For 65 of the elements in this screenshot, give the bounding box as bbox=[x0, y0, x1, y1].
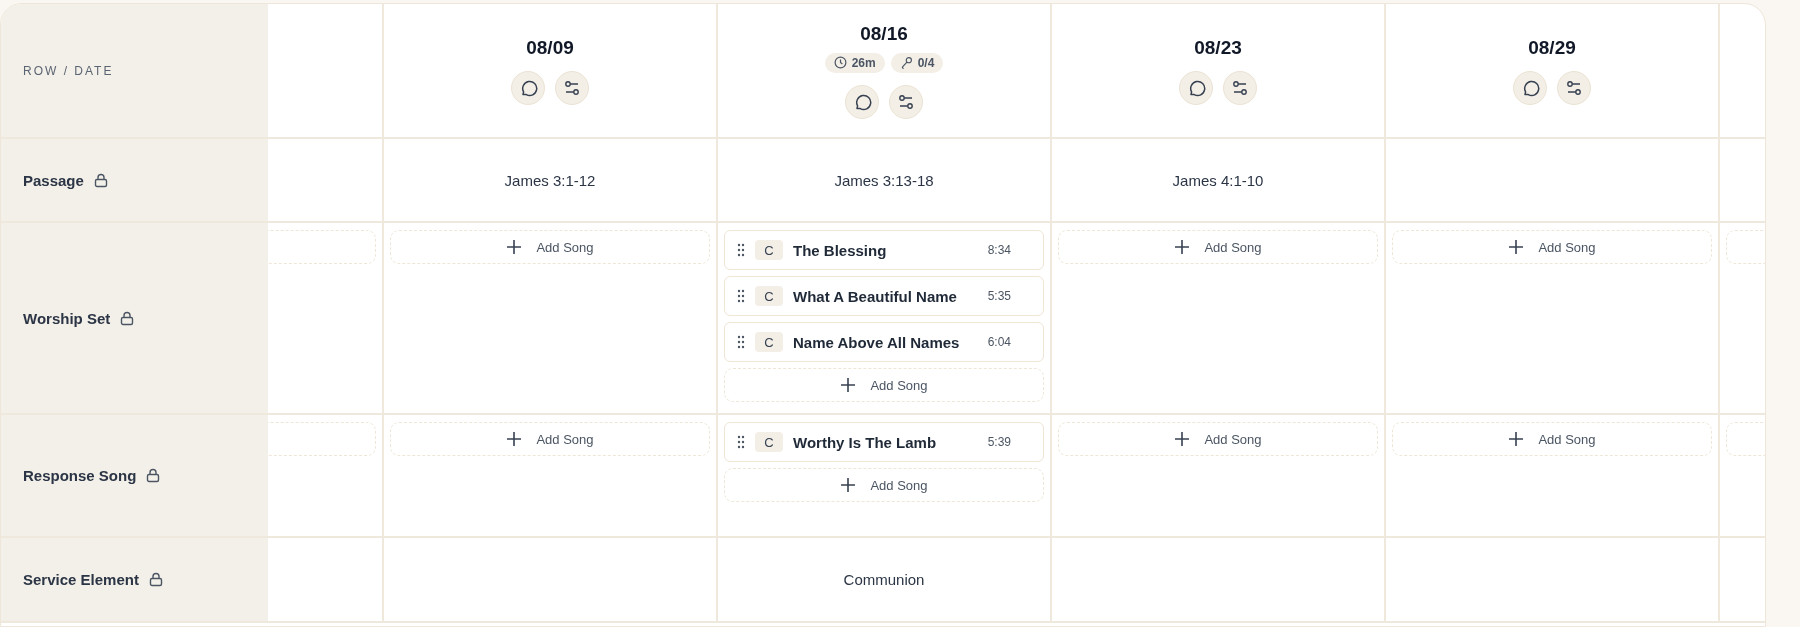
sliders-icon bbox=[563, 78, 581, 97]
key-badge: C bbox=[755, 432, 783, 452]
plus-icon bbox=[506, 431, 523, 447]
add-song-button[interactable]: Add Song bbox=[390, 422, 710, 456]
stat-value: 26m bbox=[851, 55, 876, 70]
plus-icon bbox=[840, 477, 857, 493]
passage-text: Communion bbox=[843, 571, 925, 588]
key-badge: C bbox=[755, 240, 783, 260]
passage-text: James 4:1-10 bbox=[1172, 171, 1264, 189]
plus-icon bbox=[1174, 239, 1191, 255]
date-heading: 08/09 bbox=[526, 36, 574, 59]
add-song-button[interactable]: Add Song bbox=[390, 230, 710, 264]
row-label: Worship Set bbox=[23, 309, 111, 327]
song-duration: 5:39 bbox=[987, 435, 1011, 449]
column-header-label: ROW / DATE bbox=[23, 63, 114, 78]
clock-icon bbox=[833, 56, 847, 69]
add-song-button[interactable]: Add Song bbox=[1392, 422, 1712, 456]
date-heading: 08/16 bbox=[860, 22, 908, 45]
add-song-button[interactable]: Add Song bbox=[724, 468, 1044, 502]
song-duration: 5:35 bbox=[987, 289, 1011, 303]
settings-button[interactable] bbox=[889, 84, 923, 119]
plus-icon bbox=[506, 239, 523, 255]
settings-button[interactable] bbox=[1223, 70, 1257, 105]
song-duration: 8:34 bbox=[987, 243, 1011, 257]
settings-button[interactable] bbox=[555, 70, 589, 105]
song-title: The Blessing bbox=[793, 241, 888, 259]
song-card[interactable]: C What A Beautiful Name 5:35 bbox=[724, 276, 1044, 316]
passage-text: James 3:1-12 bbox=[504, 171, 596, 189]
song-card[interactable]: C Name Above All Names 6:04 bbox=[724, 322, 1044, 362]
comment-button[interactable] bbox=[1513, 70, 1547, 105]
song-duration: 6:04 bbox=[987, 335, 1011, 349]
drag-handle-icon bbox=[737, 243, 745, 257]
sliders-icon bbox=[1565, 78, 1583, 97]
plus-icon bbox=[840, 377, 857, 393]
plus-icon bbox=[1508, 431, 1525, 447]
drag-handle-icon bbox=[737, 335, 745, 349]
key-badge: C bbox=[755, 332, 783, 352]
plus-icon bbox=[1508, 239, 1525, 255]
add-song-button[interactable]: Add Song bbox=[1058, 230, 1378, 264]
comment-button[interactable] bbox=[1179, 70, 1213, 105]
row-label: Service Element bbox=[23, 571, 139, 588]
stat-value: 0/4 bbox=[917, 55, 935, 70]
comment-button[interactable] bbox=[511, 70, 545, 105]
drag-handle-icon bbox=[737, 435, 745, 449]
sliders-icon bbox=[1231, 78, 1249, 97]
key-badge: C bbox=[755, 286, 783, 306]
row-label: Response Song bbox=[23, 467, 137, 484]
date-heading: 08/29 bbox=[1528, 36, 1576, 59]
drag-handle-icon bbox=[737, 289, 745, 303]
song-title: What A Beautiful Name bbox=[793, 287, 958, 305]
row-label: Passage bbox=[23, 171, 84, 189]
song-card[interactable]: C Worthy Is The Lamb 5:39 bbox=[724, 422, 1044, 462]
date-heading: 08/23 bbox=[1194, 36, 1242, 59]
plus-icon bbox=[1174, 431, 1191, 447]
passage-text: James 3:13-18 bbox=[834, 171, 934, 189]
microphone-icon bbox=[899, 56, 913, 69]
add-song-button[interactable]: Add Song bbox=[1058, 422, 1378, 456]
sliders-icon bbox=[897, 92, 915, 111]
song-title: Worthy Is The Lamb bbox=[793, 433, 938, 451]
settings-button[interactable] bbox=[1557, 70, 1591, 105]
add-song-button[interactable]: Add Song bbox=[1392, 230, 1712, 264]
song-title: Name Above All Names bbox=[793, 333, 961, 351]
song-card[interactable]: C The Blessing 8:34 bbox=[724, 230, 1044, 270]
add-song-button[interactable]: Add Song bbox=[724, 368, 1044, 402]
comment-button[interactable] bbox=[845, 84, 879, 119]
